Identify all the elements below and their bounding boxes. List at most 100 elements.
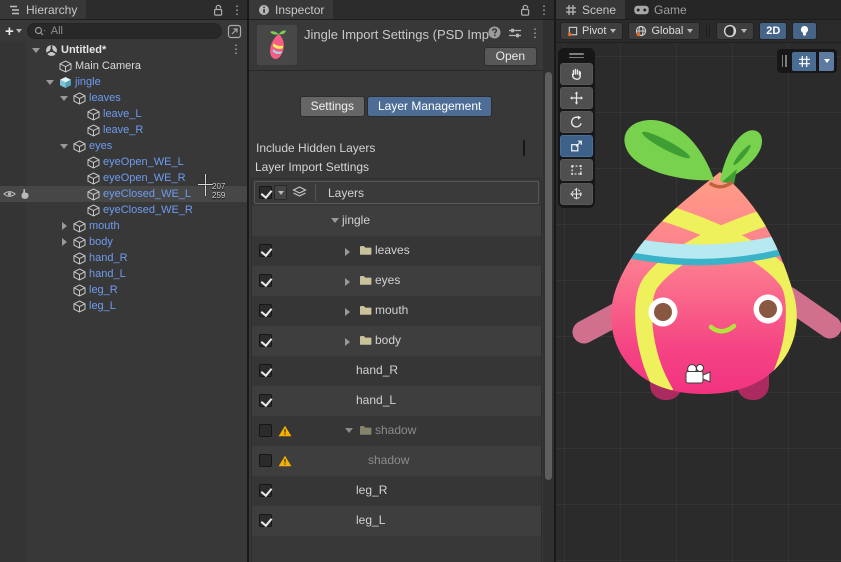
lighting-toggle-button[interactable]: [792, 22, 817, 40]
tab-hierarchy[interactable]: Hierarchy: [0, 0, 86, 19]
visibility-eye-icon[interactable]: [3, 188, 16, 200]
hierarchy-row[interactable]: hand_R: [0, 250, 247, 266]
layer-checkbox[interactable]: [259, 454, 272, 467]
expand-arrow[interactable]: [58, 220, 70, 232]
layer-checkbox[interactable]: [259, 394, 272, 407]
kebab-menu-icon[interactable]: ⋮: [230, 43, 242, 55]
expand-arrow[interactable]: [58, 236, 70, 248]
layer-checkbox[interactable]: [259, 334, 272, 347]
layer-row[interactable]: leaves: [252, 236, 541, 266]
grid-toggle-button[interactable]: [792, 52, 816, 71]
hierarchy-row[interactable]: eyeOpen_WE_R: [0, 170, 247, 186]
move-tool-button[interactable]: [560, 87, 593, 109]
shading-mode-dropdown[interactable]: [716, 22, 754, 40]
expand-arrow[interactable]: [345, 428, 353, 433]
hierarchy-row[interactable]: leave_R: [0, 122, 247, 138]
rotate-tool-button[interactable]: [560, 111, 593, 133]
hierarchy-row[interactable]: eyeClosed_WE_R: [0, 202, 247, 218]
layers-stack-icon[interactable]: [292, 186, 307, 199]
folder-icon: [359, 305, 372, 316]
expand-arrow[interactable]: [58, 92, 70, 104]
hierarchy-row[interactable]: leg_R: [0, 282, 247, 298]
tab-inspector[interactable]: Inspector: [249, 0, 333, 19]
expand-arrow[interactable]: [345, 248, 350, 256]
pivot-dropdown[interactable]: Pivot: [560, 22, 623, 40]
expand-arrow[interactable]: [58, 140, 70, 152]
hierarchy-row[interactable]: leg_L: [0, 298, 247, 314]
overlay-drag-handle[interactable]: [780, 55, 789, 67]
hierarchy-row[interactable]: body: [0, 234, 247, 250]
scale-tool-button[interactable]: [560, 135, 593, 157]
layer-checkbox[interactable]: [259, 484, 272, 497]
layer-checkbox[interactable]: [259, 304, 272, 317]
palette-drag-handle[interactable]: [560, 50, 593, 61]
expand-arrow[interactable]: [30, 44, 42, 56]
global-dropdown[interactable]: Global: [628, 22, 700, 40]
help-icon[interactable]: [488, 26, 501, 39]
open-button[interactable]: Open: [484, 47, 537, 66]
kebab-menu-icon[interactable]: ⋮: [231, 4, 243, 16]
checkbox-dropdown[interactable]: [274, 185, 287, 200]
create-object-button[interactable]: +: [5, 23, 22, 40]
hierarchy-row[interactable]: mouth: [0, 218, 247, 234]
expand-arrow[interactable]: [345, 278, 350, 286]
scrollbar-thumb[interactable]: [545, 72, 552, 480]
hierarchy-row-hovered[interactable]: eyeClosed_WE_L: [0, 186, 247, 202]
pick-window-icon[interactable]: [227, 24, 242, 39]
layer-row-shadow-group[interactable]: shadow: [252, 416, 541, 446]
expand-arrow[interactable]: [345, 338, 350, 346]
tab-layer-management[interactable]: Layer Management: [367, 96, 492, 117]
gameobject-cube-icon: [59, 60, 72, 73]
hierarchy-row[interactable]: eyes: [0, 138, 247, 154]
inspector-scrollbar[interactable]: [543, 20, 554, 562]
scene-icon: [45, 44, 58, 57]
hierarchy-row-jingle[interactable]: jingle: [0, 74, 247, 90]
kebab-menu-icon[interactable]: ⋮: [529, 27, 541, 39]
expand-arrow[interactable]: [44, 76, 56, 88]
cursor-coordinate-x: 207: [212, 183, 225, 191]
chevron-down-icon: [610, 29, 616, 33]
tab-game[interactable]: Game: [625, 0, 696, 19]
lock-icon[interactable]: [212, 4, 224, 17]
hierarchy-row[interactable]: hand_L: [0, 266, 247, 282]
scene-viewport[interactable]: [556, 43, 841, 562]
rect-tool-button[interactable]: [560, 159, 593, 181]
layer-row[interactable]: eyes: [252, 266, 541, 296]
transform-tool-button[interactable]: [560, 183, 593, 205]
layer-import-settings-title: Layer Import Settings: [255, 160, 369, 174]
include-hidden-layers-checkbox[interactable]: [523, 140, 525, 156]
layer-checkbox[interactable]: [259, 424, 272, 437]
layer-row[interactable]: leg_L: [252, 506, 541, 536]
presets-icon[interactable]: [508, 27, 522, 39]
layer-checkbox[interactable]: [259, 364, 272, 377]
layer-row-root[interactable]: jingle: [252, 206, 541, 236]
lock-icon[interactable]: [519, 4, 531, 17]
tab-scene[interactable]: Scene: [556, 0, 625, 19]
gameobject-cube-icon: [73, 92, 86, 105]
2d-toggle-button[interactable]: 2D: [759, 22, 787, 40]
layer-row-shadow[interactable]: shadow: [252, 446, 541, 476]
expand-arrow[interactable]: [331, 218, 339, 223]
layer-row[interactable]: hand_L: [252, 386, 541, 416]
picking-hand-icon[interactable]: [19, 188, 30, 200]
search-input[interactable]: All: [27, 23, 222, 39]
layer-checkbox[interactable]: [259, 514, 272, 527]
expand-arrow[interactable]: [345, 308, 350, 316]
hierarchy-row[interactable]: leaves: [0, 90, 247, 106]
kebab-menu-icon[interactable]: ⋮: [538, 4, 550, 16]
grid-dropdown[interactable]: [819, 52, 834, 71]
hierarchy-row[interactable]: eyeOpen_WE_L: [0, 154, 247, 170]
hand-tool-button[interactable]: [560, 63, 593, 85]
layer-row[interactable]: leg_R: [252, 476, 541, 506]
hierarchy-row[interactable]: leave_L: [0, 106, 247, 122]
layer-row[interactable]: body: [252, 326, 541, 356]
select-all-checkbox[interactable]: [259, 186, 272, 199]
layer-checkbox[interactable]: [259, 274, 272, 287]
hierarchy-row-untitled[interactable]: Untitled* ⋮: [0, 42, 247, 58]
include-hidden-layers-row: Include Hidden Layers: [256, 141, 543, 157]
layer-row[interactable]: mouth: [252, 296, 541, 326]
layer-checkbox[interactable]: [259, 244, 272, 257]
layer-row[interactable]: hand_R: [252, 356, 541, 386]
tab-settings[interactable]: Settings: [300, 96, 365, 117]
hierarchy-row[interactable]: Main Camera: [0, 58, 247, 74]
